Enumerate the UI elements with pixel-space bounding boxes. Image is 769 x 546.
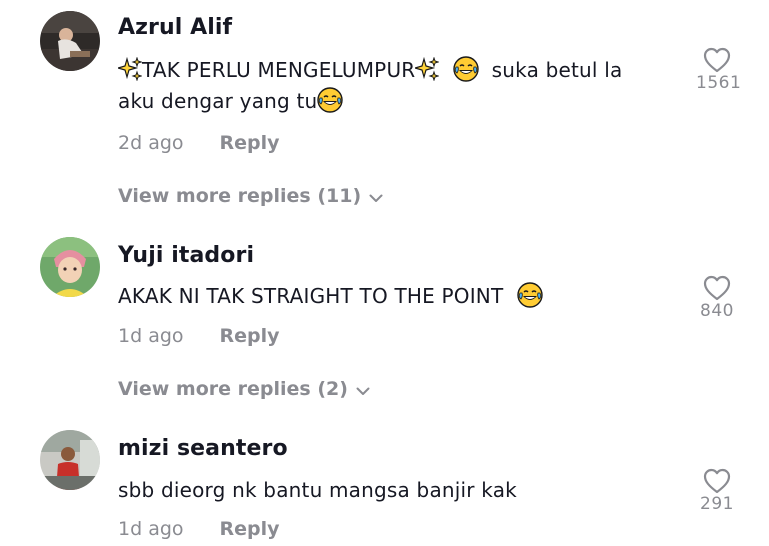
tears-of-joy-emoji-icon [516, 282, 543, 308]
like-button[interactable]: 840 [696, 275, 738, 321]
reply-button[interactable]: Reply [220, 132, 280, 154]
comment-text: sbb dieorg nk bantu mangsa banjir kak [118, 475, 678, 506]
comment-2: Yuji itadori AKAK NI TAK STRAIGHT TO THE… [0, 230, 769, 410]
avatar[interactable] [40, 430, 100, 490]
avatar[interactable] [40, 11, 100, 71]
username[interactable]: Yuji itadori [118, 243, 254, 268]
comment-meta: 1d ago Reply [118, 518, 280, 540]
reply-button[interactable]: Reply [220, 325, 280, 347]
comment-time: 2d ago [118, 132, 184, 154]
comment-text-body: sbb dieorg nk bantu mangsa banjir kak [118, 478, 517, 502]
tears-of-joy-emoji-icon [452, 56, 479, 82]
like-count: 291 [700, 494, 734, 514]
comment-text-part1: TAK PERLU MENGELUMPUR [142, 58, 416, 82]
comment-1: Azrul Alif TAK PERLU MENGELUMPUR suka be… [0, 0, 769, 220]
comment-time: 1d ago [118, 325, 184, 347]
like-count: 1561 [696, 73, 742, 93]
heart-outline-icon[interactable] [703, 275, 731, 301]
tears-of-joy-emoji-icon [317, 87, 344, 113]
view-more-replies[interactable]: View more replies (11) [118, 185, 383, 208]
comment-text: TAK PERLU MENGELUMPUR suka betul la aku … [115, 55, 678, 117]
username[interactable]: mizi seantero [118, 436, 288, 461]
comment-time: 1d ago [118, 518, 184, 540]
comment-text-part2: suka betul la [491, 58, 623, 82]
comment-3: mizi seantero sbb dieorg nk bantu mangsa… [0, 423, 769, 546]
like-button[interactable]: 1561 [696, 47, 742, 93]
sparkles-emoji-icon [413, 56, 440, 82]
comment-text: AKAK NI TAK STRAIGHT TO THE POINT [118, 281, 678, 312]
view-more-replies[interactable]: View more replies (2) [118, 378, 370, 401]
like-button[interactable]: 291 [696, 468, 738, 514]
sparkles-emoji-icon [115, 56, 143, 82]
chevron-down-icon [356, 379, 370, 401]
like-count: 840 [700, 301, 734, 321]
chevron-down-icon [369, 186, 383, 208]
heart-outline-icon[interactable] [703, 468, 731, 494]
reply-button[interactable]: Reply [220, 518, 280, 540]
heart-outline-icon[interactable] [703, 47, 731, 73]
username[interactable]: Azrul Alif [118, 15, 232, 40]
avatar[interactable] [40, 237, 100, 297]
comment-text-body: AKAK NI TAK STRAIGHT TO THE POINT [118, 284, 504, 308]
view-more-replies-label: View more replies (2) [118, 378, 348, 400]
comment-meta: 1d ago Reply [118, 325, 280, 347]
comment-meta: 2d ago Reply [118, 132, 280, 154]
comment-text-line2: aku dengar yang tu [118, 89, 318, 113]
view-more-replies-label: View more replies (11) [118, 185, 362, 207]
